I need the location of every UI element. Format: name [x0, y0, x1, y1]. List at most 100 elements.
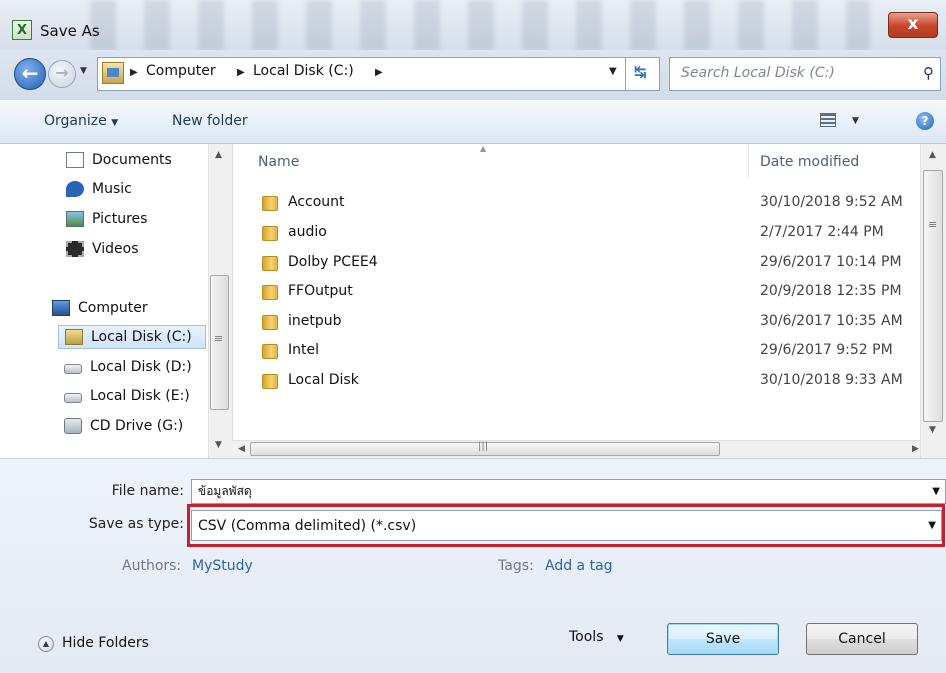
- folder-icon: [262, 285, 278, 300]
- drive-icon: [64, 393, 82, 403]
- computer-icon: [52, 300, 70, 316]
- authors-value[interactable]: MyStudy: [192, 558, 253, 574]
- chevron-down-icon[interactable]: ▼: [932, 486, 940, 497]
- refresh-icon[interactable]: ↹: [634, 63, 647, 81]
- scroll-left-icon[interactable]: ◀: [238, 444, 245, 454]
- save-type-label: Save as type:: [88, 516, 184, 532]
- cancel-button[interactable]: Cancel: [806, 623, 918, 655]
- file-date: 29/6/2017 9:52 PM: [760, 342, 893, 358]
- file-name: Dolby PCEE4: [288, 254, 378, 270]
- new-folder-button[interactable]: New folder: [172, 113, 248, 129]
- scroll-up-icon[interactable]: ▲: [929, 150, 936, 160]
- organize-button[interactable]: Organize ▼: [44, 113, 118, 129]
- folder-icon: [262, 344, 278, 359]
- nav-item-music[interactable]: Music: [66, 177, 132, 201]
- sort-ascending-icon: ▲: [480, 144, 487, 153]
- nav-item-local-disk-e[interactable]: Local Disk (E:): [64, 384, 190, 408]
- file-row[interactable]: FFOutput 20/9/2018 12:35 PM: [258, 279, 932, 307]
- add-tag-link[interactable]: Add a tag: [545, 558, 613, 574]
- nav-item-computer[interactable]: Computer: [52, 296, 148, 320]
- grip-icon: ≡: [928, 218, 938, 231]
- search-icon[interactable]: ⚲: [923, 64, 934, 82]
- scroll-right-icon[interactable]: ▶: [912, 444, 919, 454]
- chevron-down-icon: ▼: [616, 634, 624, 644]
- file-row[interactable]: Dolby PCEE4 29/6/2017 10:14 PM: [258, 250, 932, 278]
- view-dropdown-icon[interactable]: ▼: [852, 116, 859, 126]
- close-button[interactable]: x: [888, 12, 938, 38]
- file-name: inetpub: [288, 313, 342, 329]
- tools-button[interactable]: Tools ▼: [569, 629, 624, 645]
- local-disk-icon: [65, 329, 83, 345]
- breadcrumb-local-disk-c[interactable]: Local Disk (C:): [253, 63, 354, 79]
- file-name: FFOutput: [288, 283, 353, 299]
- address-history-dropdown[interactable]: ▼: [609, 66, 617, 77]
- nav-item-pictures[interactable]: Pictures: [66, 207, 147, 231]
- nav-item-label: Computer: [78, 300, 148, 316]
- nav-item-local-disk-c[interactable]: Local Disk (C:): [58, 325, 206, 349]
- scroll-down-icon[interactable]: ▼: [215, 440, 222, 450]
- column-header-name[interactable]: Name: [258, 154, 299, 170]
- file-row[interactable]: inetpub 30/6/2017 10:35 AM: [258, 309, 932, 337]
- music-icon: [66, 181, 84, 197]
- file-name: Intel: [288, 342, 319, 358]
- organize-label: Organize: [44, 113, 107, 129]
- file-name-value: ข้อมูลพัสดุ: [198, 484, 252, 498]
- breadcrumb-computer[interactable]: Computer: [146, 63, 216, 79]
- file-date: 30/10/2018 9:52 AM: [760, 194, 903, 210]
- file-name: Account: [288, 194, 345, 210]
- nav-item-label: Local Disk (C:): [91, 329, 192, 345]
- scroll-down-icon[interactable]: ▼: [929, 425, 936, 435]
- nav-item-label: Local Disk (D:): [90, 359, 192, 375]
- scroll-up-icon[interactable]: ▲: [215, 150, 222, 160]
- background-ribbon: [90, 0, 870, 50]
- cd-drive-icon: [64, 418, 82, 434]
- folder-icon: [262, 374, 278, 389]
- recent-locations-dropdown[interactable]: ▼: [80, 66, 87, 76]
- breadcrumb-separator-icon[interactable]: ▶: [130, 67, 138, 78]
- nav-item-label: Pictures: [92, 211, 148, 227]
- file-list-scroll-thumb[interactable]: [923, 170, 943, 422]
- breadcrumb-separator-icon[interactable]: ▶: [237, 67, 245, 78]
- file-row[interactable]: audio 2/7/2017 2:44 PM: [258, 220, 932, 248]
- file-name: Local Disk: [288, 372, 359, 388]
- file-name-label: File name:: [111, 483, 184, 499]
- pictures-icon: [66, 211, 84, 227]
- breadcrumb-separator-icon[interactable]: ▶: [375, 67, 383, 78]
- nav-item-videos[interactable]: Videos: [66, 237, 139, 261]
- nav-item-documents[interactable]: Documents: [66, 148, 172, 172]
- address-divider: [625, 57, 626, 91]
- computer-location-icon: [102, 62, 124, 84]
- grip-icon: ≡: [214, 332, 224, 345]
- forward-button[interactable]: →: [48, 60, 76, 88]
- nav-item-local-disk-d[interactable]: Local Disk (D:): [64, 355, 192, 379]
- column-divider[interactable]: [748, 144, 749, 178]
- view-options-icon[interactable]: [820, 113, 836, 127]
- file-name: audio: [288, 224, 327, 240]
- chevron-up-icon[interactable]: ▲: [38, 636, 54, 652]
- folder-icon: [262, 226, 278, 241]
- file-date: 20/9/2018 12:35 PM: [760, 283, 902, 299]
- nav-item-cd-drive-g[interactable]: CD Drive (G:): [64, 414, 183, 438]
- file-date: 2/7/2017 2:44 PM: [760, 224, 884, 240]
- file-row[interactable]: Account 30/10/2018 9:52 AM: [258, 190, 932, 218]
- file-date: 30/6/2017 10:35 AM: [760, 313, 903, 329]
- hide-folders-button[interactable]: Hide Folders: [62, 635, 149, 651]
- nav-item-label: CD Drive (G:): [90, 418, 184, 434]
- folder-icon: [262, 315, 278, 330]
- search-placeholder: Search Local Disk (C:): [681, 65, 835, 81]
- nav-item-label: Videos: [92, 241, 139, 257]
- help-icon[interactable]: ?: [916, 112, 934, 130]
- file-row[interactable]: Intel 29/6/2017 9:52 PM: [258, 338, 932, 366]
- drive-icon: [64, 364, 82, 374]
- grip-icon: |||: [478, 441, 489, 452]
- save-button[interactable]: Save: [667, 623, 779, 655]
- authors-label: Authors:: [122, 558, 182, 574]
- back-button[interactable]: ←: [14, 58, 46, 90]
- window-title: Save As: [40, 22, 100, 40]
- videos-icon: [66, 241, 84, 257]
- folder-icon: [262, 256, 278, 271]
- file-row[interactable]: Local Disk 30/10/2018 9:33 AM: [258, 368, 932, 396]
- file-name-input[interactable]: ข้อมูลพัสดุ ▼: [191, 479, 946, 504]
- tags-label: Tags:: [498, 558, 534, 574]
- column-header-date-modified[interactable]: Date modified: [760, 154, 859, 170]
